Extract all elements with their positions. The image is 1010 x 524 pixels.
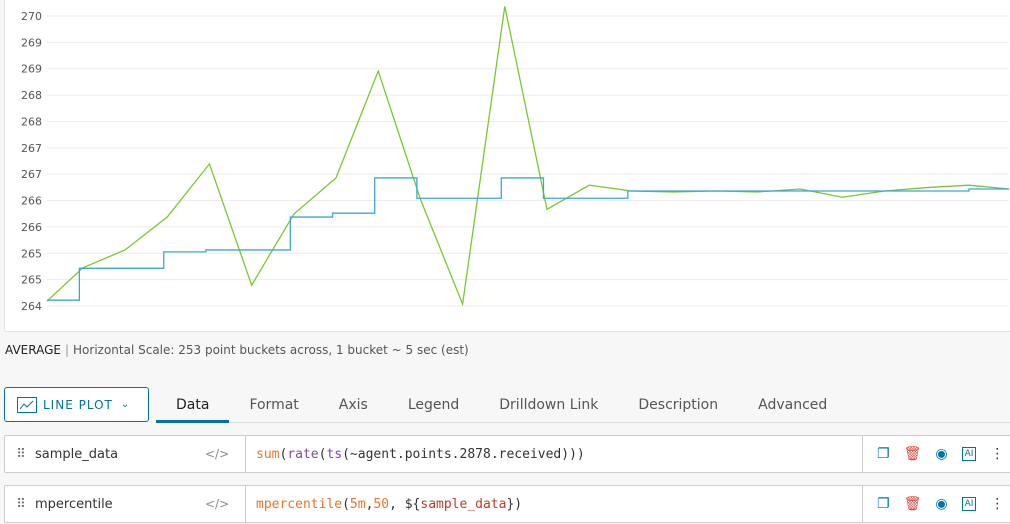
expr-token: (~agent.points.2878.received))) [342,446,585,462]
plot-type-label: LINE PLOT [43,397,113,412]
y-tick-label: 264 [21,300,42,313]
expr-token: 5m [349,496,366,512]
expr-token: ( [279,446,288,462]
query-name[interactable]: mpercentile [35,497,205,512]
more-options-icon[interactable]: ⋮ [990,446,1004,462]
copy-icon[interactable]: ❐ [877,446,890,462]
expr-token: ( [318,446,327,462]
y-tick-label: 265 [21,247,42,260]
query-row: ⠿ sample_data </> sum(rate(ts (~agent.poi… [4,435,1010,473]
line-chart-icon [17,396,37,413]
expr-token: 50 [373,496,390,512]
ai-icon[interactable]: AI [961,447,977,461]
expr-token: }) [506,496,523,512]
y-tick-label: 267 [21,142,42,155]
expr-token: ( [342,496,350,512]
trash-icon[interactable]: 🗑 [904,446,922,462]
expr-token: , [365,496,374,512]
tab-advanced[interactable]: Advanced [738,387,847,423]
tab-drilldown-link[interactable]: Drilldown Link [479,387,618,423]
y-tick-label: 268 [21,89,42,102]
drag-handle-icon[interactable]: ⠿ [5,497,35,512]
trash-icon[interactable]: 🗑 [904,496,922,512]
expr-token: mpercentile [256,496,343,512]
expr-token: , ${ [389,496,421,512]
query-name[interactable]: sample_data [35,447,205,462]
y-tick-label: 269 [21,63,42,76]
line-chart: 26426526526626626726726826826926927001:1… [21,6,1010,313]
status-bar: AVERAGE | Horizontal Scale: 253 point buck… [5,343,469,357]
eye-icon[interactable]: ◉ [935,446,947,462]
more-options-icon[interactable]: ⋮ [990,496,1004,512]
y-tick-label: 266 [21,195,42,208]
y-tick-label: 267 [21,168,42,181]
y-tick-label: 266 [21,221,42,234]
tab-bar: Data Format Axis Legend Drilldown Link D… [156,387,847,423]
series-line-1 [47,177,1009,301]
chevron-down-icon: ⌄ [120,399,131,410]
tab-description[interactable]: Description [618,387,738,423]
y-tick-label: 268 [21,115,42,128]
series-line-0 [46,6,1010,307]
expr-token: sum [256,446,280,462]
tab-data[interactable]: Data [156,387,230,423]
tab-legend[interactable]: Legend [388,387,479,423]
expr-token: sample_data [420,496,507,512]
code-icon[interactable]: </> [205,447,245,461]
expr-token: rate [287,446,319,462]
eye-icon[interactable]: ◉ [935,496,947,512]
plot-type-dropdown[interactable]: LINE PLOT ⌄ [4,387,149,422]
y-tick-label: 269 [21,36,42,49]
expr-token: ts [326,446,343,462]
tab-format[interactable]: Format [229,387,318,423]
y-tick-label: 270 [21,10,42,23]
query-row: ⠿ mpercentile </> mpercentile(5m, 50, ${… [4,485,1010,523]
horizontal-scale: Horizontal Scale: 253 point buckets acro… [73,343,469,357]
aggregation-mode: AVERAGE [5,343,61,357]
tab-axis[interactable]: Axis [319,387,388,423]
query-expression-input[interactable]: mpercentile(5m, 50, ${sample_data}) [245,486,863,522]
separator: | [64,343,70,357]
chart-panel: 26426526526626626726726826826926927001:1… [4,0,1010,332]
drag-handle-icon[interactable]: ⠿ [5,447,35,462]
query-expression-input[interactable]: sum(rate(ts (~agent.points.2878.received)… [245,436,863,472]
code-icon[interactable]: </> [205,497,245,511]
copy-icon[interactable]: ❐ [877,496,890,512]
y-tick-label: 265 [21,274,42,287]
ai-icon[interactable]: AI [961,497,977,511]
